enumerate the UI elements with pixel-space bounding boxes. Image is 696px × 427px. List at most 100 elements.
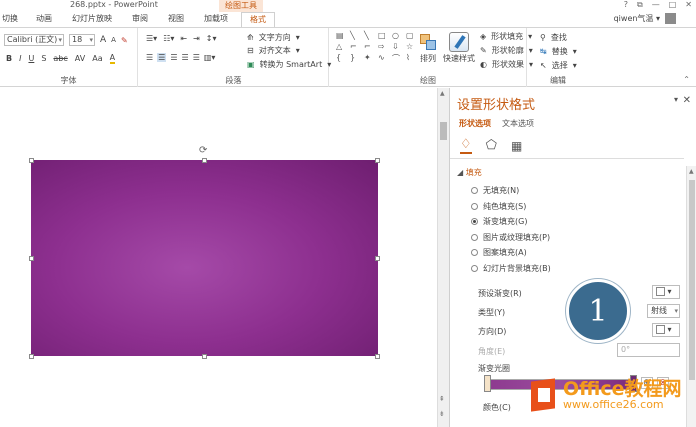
tab-review[interactable]: 审阅 (132, 12, 148, 26)
clear-format-icon[interactable]: ✎ (121, 36, 128, 45)
rounded-rect-shape-icon[interactable]: ▢ (406, 31, 418, 40)
preset-gradient-picker[interactable]: ▾ (652, 285, 680, 299)
change-case-button[interactable]: Aa (92, 54, 102, 63)
minimize-button[interactable]: — (652, 0, 660, 10)
shadow-button[interactable]: S (41, 54, 46, 63)
tab-view[interactable]: 视图 (168, 12, 184, 26)
shapes-gallery[interactable]: ▤ ╲ ╲ □ ○ ▢ △ ⌐ ⌐ ⇨ ⇩ ☆ {} ✦ ∿ ⌒ ⌇ (336, 31, 414, 64)
resize-handle-se[interactable] (375, 354, 380, 359)
prev-slide-icon[interactable]: ⇞ (439, 395, 445, 403)
distribute-icon[interactable]: ☰ (193, 53, 200, 62)
tab-addins[interactable]: 加载项 (204, 12, 228, 26)
elbow-shape-icon[interactable]: ⌐ (364, 42, 376, 51)
find-button[interactable]: 查找 (551, 32, 567, 43)
arrow-down-shape-icon[interactable]: ⇩ (392, 42, 404, 51)
line-shape-icon[interactable]: ╲ (350, 31, 362, 40)
font-name-combo[interactable]: Calibri (正文) (4, 34, 64, 46)
oval-shape-icon[interactable]: ○ (392, 31, 404, 40)
direction-picker[interactable]: ▾ (652, 323, 680, 337)
brace-right-shape-icon[interactable]: } (350, 53, 362, 64)
shape-outline-button[interactable]: 形状轮廓 (492, 45, 524, 56)
gradient-stop-1[interactable] (484, 375, 491, 392)
shape-fill-button[interactable]: 形状填充 (491, 31, 523, 42)
rect-shape-icon[interactable]: □ (378, 31, 390, 40)
resize-handle-ne[interactable] (375, 158, 380, 163)
select-button[interactable]: 选择 (552, 60, 568, 71)
radio-no-fill[interactable]: 无填充(N) (471, 185, 519, 196)
resize-handle-n[interactable] (202, 158, 207, 163)
size-properties-icon[interactable]: ▦ (511, 139, 522, 153)
type-select[interactable]: 射线 (647, 304, 680, 318)
help-icon[interactable]: ? (624, 0, 628, 10)
resize-handle-sw[interactable] (29, 354, 34, 359)
scroll-up-icon[interactable]: ▲ (689, 168, 694, 175)
textbox-shape-icon[interactable]: ▤ (336, 31, 348, 40)
bullets-icon[interactable]: ☰▾ (146, 34, 157, 43)
pane-scrollbar[interactable]: ▲ (686, 166, 696, 427)
font-color-button[interactable]: A (109, 53, 116, 64)
freeform-shape-icon[interactable]: ⌇ (406, 53, 418, 64)
star4-shape-icon[interactable]: ✦ (364, 53, 376, 64)
tab-shape-options[interactable]: 形状选项 (459, 118, 491, 129)
scroll-up-icon[interactable]: ▲ (440, 90, 445, 97)
shrink-font-button[interactable]: A (111, 36, 116, 44)
align-text-button[interactable]: 对齐文本 (259, 45, 291, 56)
radio-picture-fill[interactable]: 图片或纹理填充(P) (471, 232, 550, 243)
shape-effects-button[interactable]: 形状效果 (492, 59, 524, 70)
scroll-thumb[interactable] (440, 122, 447, 140)
rotate-handle-icon[interactable]: ⟳ (199, 145, 207, 156)
arc-shape-icon[interactable]: ⌒ (392, 53, 404, 64)
triangle-shape-icon[interactable]: △ (336, 42, 348, 51)
avatar[interactable] (665, 13, 676, 24)
close-icon[interactable]: ✕ (683, 95, 691, 106)
tab-slideshow[interactable]: 幻灯片放映 (72, 12, 112, 26)
radio-solid-fill[interactable]: 纯色填充(S) (471, 201, 526, 212)
user-account[interactable]: qiwen气温 ▾ (614, 13, 660, 24)
resize-handle-e[interactable] (375, 256, 380, 261)
tab-format[interactable]: 格式 (241, 11, 275, 27)
arrow-right-shape-icon[interactable]: ⇨ (378, 42, 390, 51)
angle-input[interactable]: 0° (617, 343, 680, 357)
resize-handle-nw[interactable] (29, 158, 34, 163)
bold-button[interactable]: B (6, 54, 12, 63)
grow-font-button[interactable]: A (100, 35, 106, 45)
slide-scrollbar[interactable]: ▲ ⇞ ⇟ (437, 88, 449, 427)
strikethrough-button[interactable]: abc (53, 54, 67, 63)
brace-shape-icon[interactable]: { (336, 53, 348, 64)
italic-button[interactable]: I (19, 54, 21, 63)
star-shape-icon[interactable]: ☆ (406, 42, 418, 51)
gradient-rectangle-shape[interactable] (31, 160, 378, 356)
arrange-button[interactable]: 排列 (418, 32, 438, 64)
radio-pattern-fill[interactable]: 图案填充(A) (471, 247, 527, 258)
char-spacing-button[interactable]: AV (75, 54, 85, 63)
indent-decrease-icon[interactable]: ⇤ (180, 34, 187, 43)
fill-line-icon[interactable]: ♢ (460, 137, 472, 154)
close-button[interactable]: ✕ (685, 0, 692, 10)
font-size-combo[interactable]: 18 (69, 34, 95, 46)
pane-scroll-thumb[interactable] (689, 180, 695, 380)
arrow-shape-icon[interactable]: ╲ (364, 31, 376, 40)
curve-shape-icon[interactable]: ∿ (378, 53, 390, 64)
connector-shape-icon[interactable]: ⌐ (350, 42, 362, 51)
underline-button[interactable]: U (28, 54, 34, 63)
fill-section-header[interactable]: ◢ 填充 (457, 167, 482, 178)
collapse-ribbon-icon[interactable]: ⌃ (683, 75, 690, 84)
tab-transitions[interactable]: 切换 (2, 12, 18, 26)
maximize-button[interactable]: □ (669, 0, 677, 10)
resize-handle-w[interactable] (29, 256, 34, 261)
next-slide-icon[interactable]: ⇟ (439, 410, 445, 418)
radio-gradient-fill[interactable]: 渐变填充(G) (471, 216, 527, 227)
align-right-icon[interactable]: ☰ (170, 53, 177, 62)
resize-handle-s[interactable] (202, 354, 207, 359)
quick-styles-button[interactable]: 快速样式 (443, 32, 475, 64)
ribbon-display-icon[interactable]: ⧉ (637, 0, 643, 10)
pane-options-icon[interactable]: ▾ (674, 95, 678, 104)
numbering-icon[interactable]: ☷▾ (163, 34, 174, 43)
replace-button[interactable]: 替换 (552, 46, 568, 57)
smartart-button[interactable]: 转换为 SmartArt (260, 59, 323, 70)
text-direction-button[interactable]: 文字方向 (259, 32, 291, 43)
align-left-icon[interactable]: ☰ (146, 53, 153, 62)
tab-animations[interactable]: 动画 (36, 12, 52, 26)
tab-text-options[interactable]: 文本选项 (502, 118, 534, 129)
justify-icon[interactable]: ☰ (182, 53, 189, 62)
